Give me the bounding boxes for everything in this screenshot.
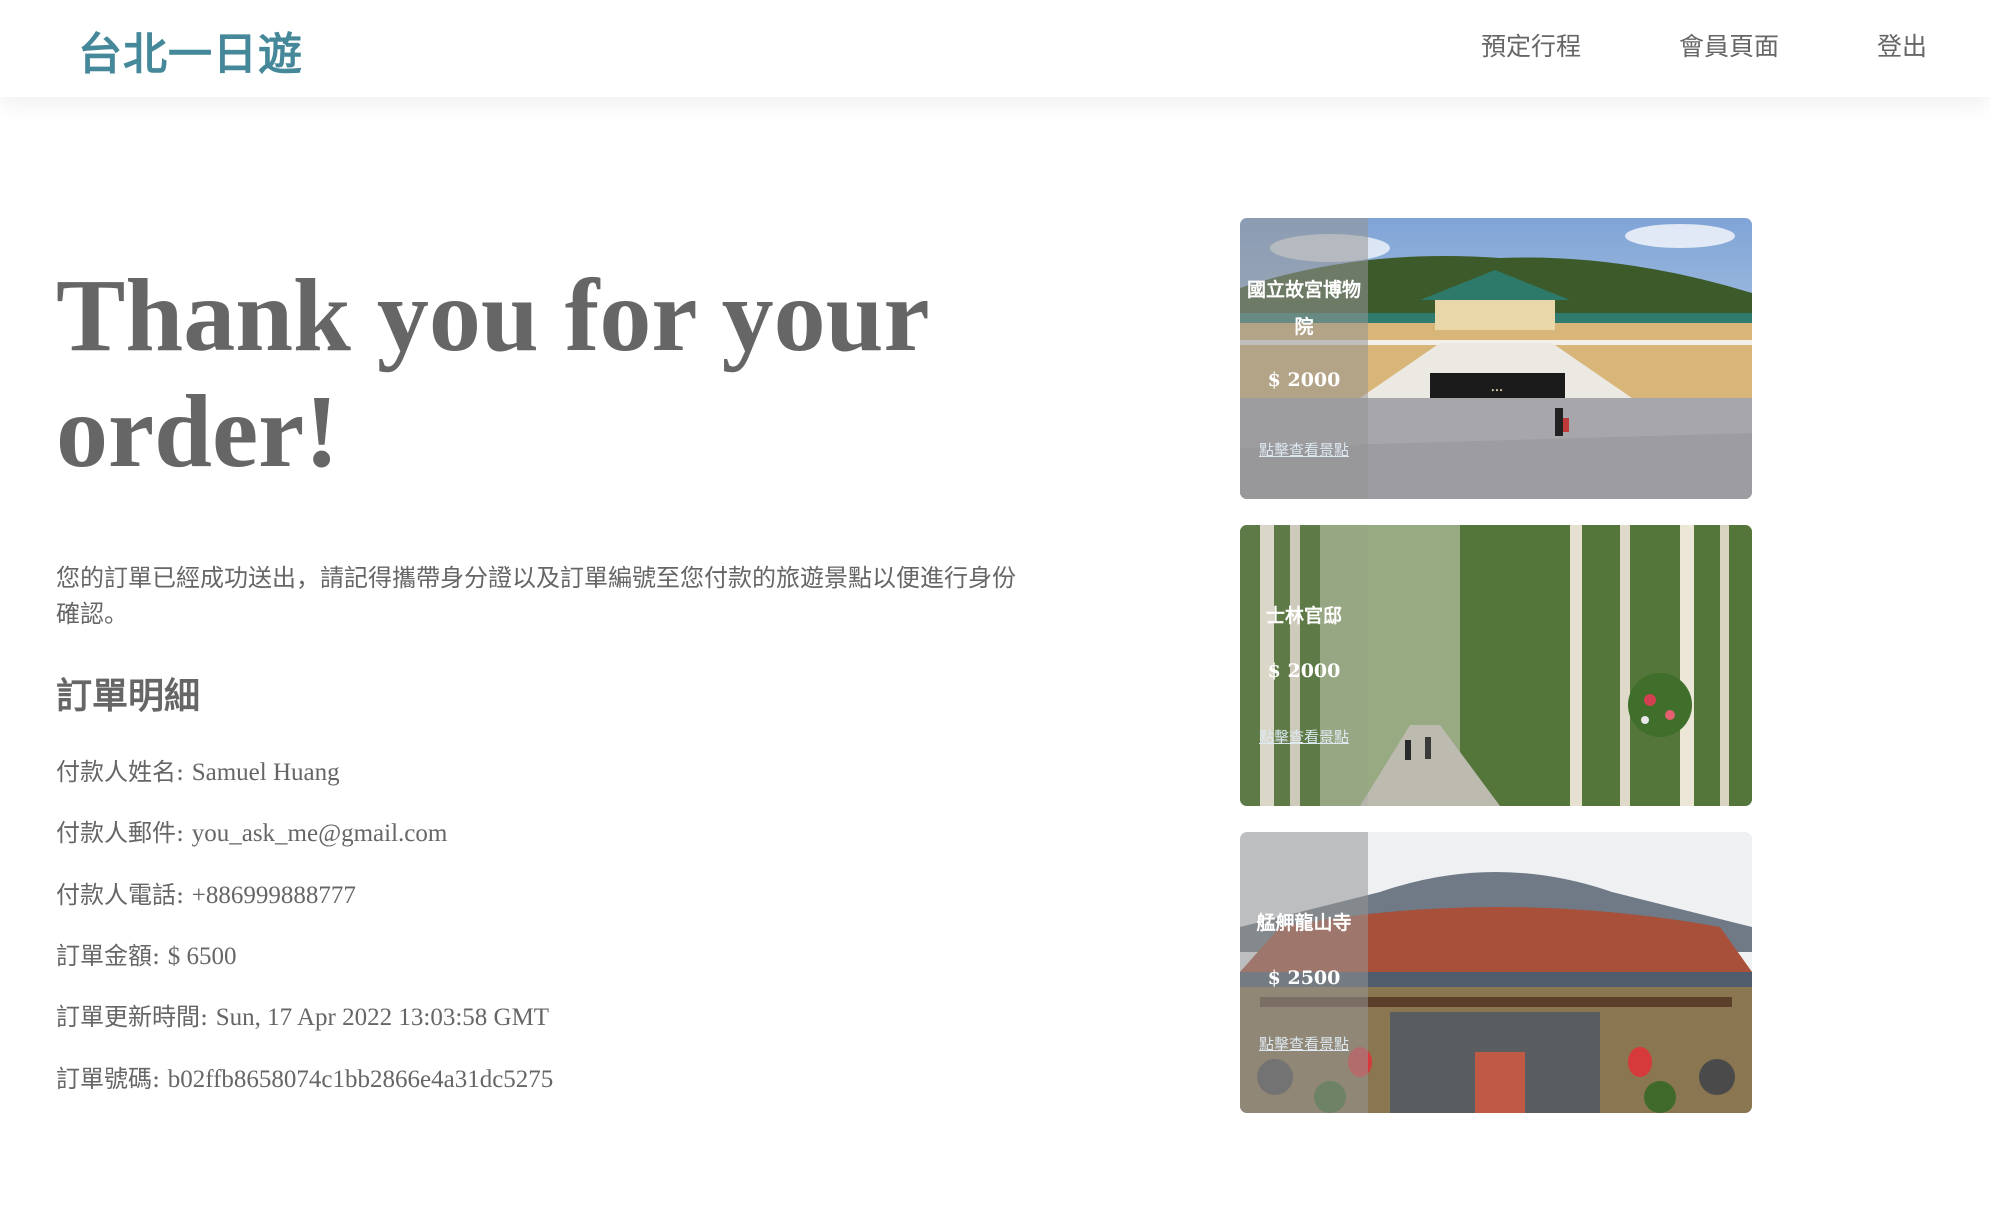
order-number-label: 訂單號碼:: [56, 1065, 168, 1093]
order-updated-row: 訂單更新時間: Sun, 17 Apr 2022 13:03:58 GMT: [56, 997, 549, 1032]
attraction-price: $ 2500: [1267, 967, 1341, 989]
payer-phone-row: 付款人電話: +886999888777: [56, 875, 356, 910]
view-attraction-link[interactable]: 點擊查看景點: [1240, 726, 1368, 747]
top-navbar: 台北一日遊 預定行程 會員頁面 登出: [0, 0, 1990, 97]
nav-logout-link[interactable]: 登出: [1877, 27, 1927, 63]
attraction-name: 國立故宮博物院: [1246, 279, 1361, 338]
order-amount-label: 訂單金額:: [56, 942, 168, 970]
attraction-name: 艋舺龍山寺: [1256, 912, 1352, 934]
order-number-row: 訂單號碼: b02ffb8658074c1bb2866e4a31dc5275: [56, 1059, 553, 1094]
attraction-card-longshan-temple[interactable]: 艋舺龍山寺 $ 2500 點擊查看景點: [1240, 832, 1752, 1113]
payer-email-value: you_ask_me@gmail.com: [191, 820, 448, 847]
attraction-card-shilin-residence[interactable]: 士林官邸 $ 2000 點擊查看景點: [1240, 525, 1752, 806]
order-amount-value: $ 6500: [167, 943, 237, 970]
svg-text:•••: •••: [1491, 387, 1503, 395]
site-logo[interactable]: 台北一日遊: [78, 18, 303, 82]
order-updated-value: Sun, 17 Apr 2022 13:03:58 GMT: [215, 1004, 550, 1031]
payer-name-label: 付款人姓名:: [56, 758, 192, 786]
order-details-title: 訂單明細: [56, 675, 201, 717]
nav-booking-link[interactable]: 預定行程: [1481, 27, 1581, 63]
payer-phone-value: +886999888777: [191, 882, 356, 909]
heading-line-2: order!: [56, 374, 339, 489]
payer-name-value: Samuel Huang: [191, 759, 340, 786]
order-number-value: b02ffb8658074c1bb2866e4a31dc5275: [167, 1066, 554, 1093]
order-amount-row: 訂單金額: $ 6500: [56, 936, 236, 971]
payer-name-row: 付款人姓名: Samuel Huang: [56, 752, 340, 787]
nav-member-link[interactable]: 會員頁面: [1679, 27, 1779, 63]
attraction-price: $ 2000: [1267, 369, 1341, 391]
order-updated-label: 訂單更新時間:: [56, 1003, 216, 1031]
order-notice: 您的訂單已經成功送出，請記得攜帶身分證以及訂單編號至您付款的旅遊景點以便進行身份…: [56, 564, 1016, 628]
attraction-card-palace-museum[interactable]: ••• 國立故宮博物院 $ 2000 點擊查看景點: [1240, 218, 1752, 499]
attraction-price: $ 2000: [1267, 660, 1341, 682]
heading-line-1: Thank you for your: [56, 258, 930, 373]
payer-phone-label: 付款人電話:: [56, 881, 192, 909]
attraction-name: 士林官邸: [1265, 605, 1342, 627]
view-attraction-link[interactable]: 點擊查看景點: [1240, 439, 1368, 460]
thank-you-heading: Thank you for your order!: [56, 258, 986, 490]
view-attraction-link[interactable]: 點擊查看景點: [1240, 1033, 1368, 1054]
payer-email-row: 付款人郵件: you_ask_me@gmail.com: [56, 813, 447, 848]
payer-email-label: 付款人郵件:: [56, 819, 192, 847]
